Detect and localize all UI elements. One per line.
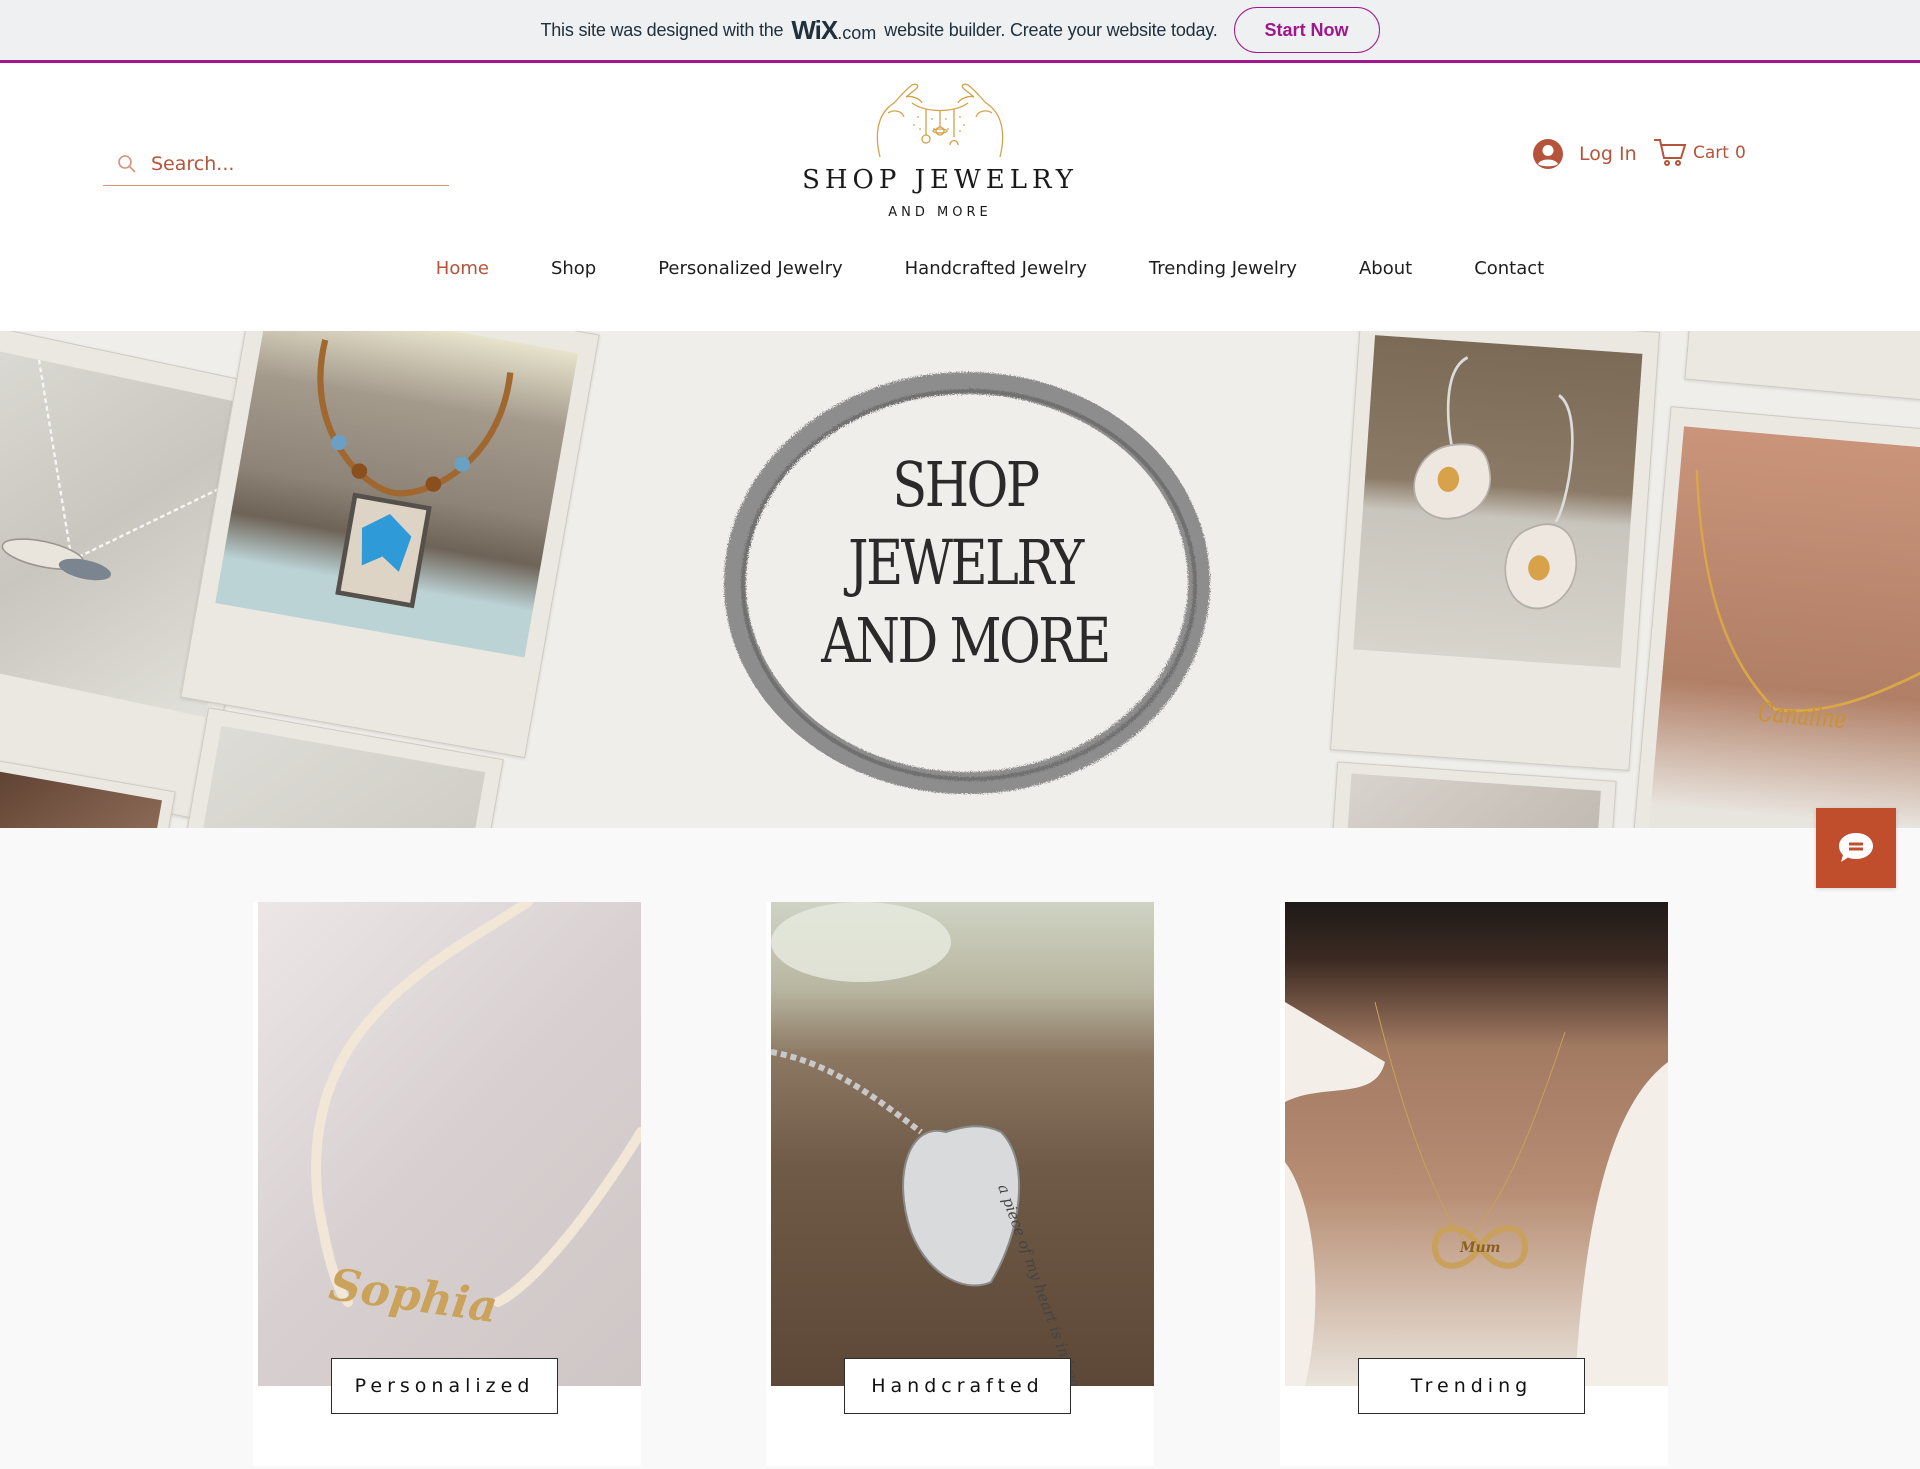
start-now-button[interactable]: Start Now (1233, 7, 1380, 53)
trending-button[interactable]: Trending (1358, 1358, 1585, 1414)
hero-banner: SHOP JEWELRY AND MORE Canaline (0, 331, 1920, 828)
category-card-trending[interactable]: Mum Trending (1280, 902, 1668, 1466)
nav-item-handcrafted-jewelry[interactable]: Handcrafted Jewelry (905, 258, 1087, 279)
hero-headline: SHOP JEWELRY AND MORE (752, 446, 1178, 680)
search-input[interactable] (151, 153, 431, 175)
login-button[interactable]: Log In (1533, 139, 1637, 169)
category-card-handcrafted[interactable]: a piece of my heart is in heaven Handcra… (766, 902, 1154, 1466)
hero-line-1: SHOP (892, 448, 1040, 521)
wix-domain-text: .com (837, 22, 877, 43)
category-card-personalized[interactable]: Sophia Personalized (253, 902, 641, 1466)
chat-bubble-icon (1839, 833, 1873, 862)
hero-line-2: JEWELRY (848, 526, 1084, 599)
mum-engraving: Mum (1459, 1240, 1501, 1256)
sophia-name-pearl-necklace-photo[interactable]: Sophia (258, 902, 641, 1386)
name-necklace-canaline-photo: Canaline (1630, 406, 1920, 828)
logo-title: SHOP JEWELRY (802, 165, 1078, 195)
site-header: SHOP JEWELRY AND MORE Log In Cart 0 Home… (0, 63, 1920, 331)
cart-label: Cart (1693, 143, 1729, 163)
search-icon (118, 155, 136, 173)
heart-engraving: a piece of my heart is in heaven (994, 1182, 1094, 1386)
hero-line-3: AND MORE (821, 604, 1111, 677)
cart-count: 0 (1734, 143, 1746, 163)
nav-item-home[interactable]: Home (436, 258, 489, 279)
wix-banner-text-after: website builder. Create your website tod… (884, 19, 1218, 40)
cart-icon (1654, 139, 1687, 166)
nav-item-trending-jewelry[interactable]: Trending Jewelry (1149, 258, 1297, 279)
logo-subtitle: AND MORE (888, 205, 992, 220)
gold-chain-photo (1323, 761, 1617, 828)
butterfly-pendant-necklace-photo (180, 331, 600, 759)
main-nav: Home Shop Personalized Jewelry Handcraft… (0, 258, 1920, 279)
category-section: Sophia Personalized a piece of my heart … (0, 828, 1920, 1469)
top-right-photo (1684, 331, 1920, 403)
sophia-engraving: Sophia (326, 1259, 501, 1333)
wix-logo-text: WiX (791, 14, 838, 45)
cart-button[interactable]: Cart 0 (1653, 138, 1746, 168)
nav-item-shop[interactable]: Shop (551, 258, 596, 279)
personalized-button[interactable]: Personalized (331, 1358, 558, 1414)
canaline-engraving: Canaline (1757, 699, 1848, 736)
search-bar[interactable] (103, 143, 449, 186)
flower-earrings-photo (1330, 331, 1660, 771)
site-logo[interactable]: SHOP JEWELRY AND MORE (800, 73, 1080, 243)
nav-item-personalized-jewelry[interactable]: Personalized Jewelry (658, 258, 842, 279)
nav-item-contact[interactable]: Contact (1474, 258, 1544, 279)
login-label: Log In (1579, 143, 1637, 165)
wix-logo: WiX .com (791, 15, 876, 46)
infinity-name-necklace-photo[interactable]: Mum (1285, 902, 1668, 1386)
hands-necklace-logo-icon (876, 83, 1004, 158)
nav-item-about[interactable]: About (1359, 258, 1412, 279)
user-avatar-icon (1533, 139, 1563, 169)
chat-button[interactable] (1816, 808, 1896, 888)
heart-pendant-heaven-photo[interactable]: a piece of my heart is in heaven (771, 902, 1154, 1386)
wix-banner-text-before: This site was designed with the (540, 19, 784, 40)
handcrafted-button[interactable]: Handcrafted (844, 1358, 1071, 1414)
wix-promo-banner: This site was designed with the WiX .com … (0, 0, 1920, 63)
